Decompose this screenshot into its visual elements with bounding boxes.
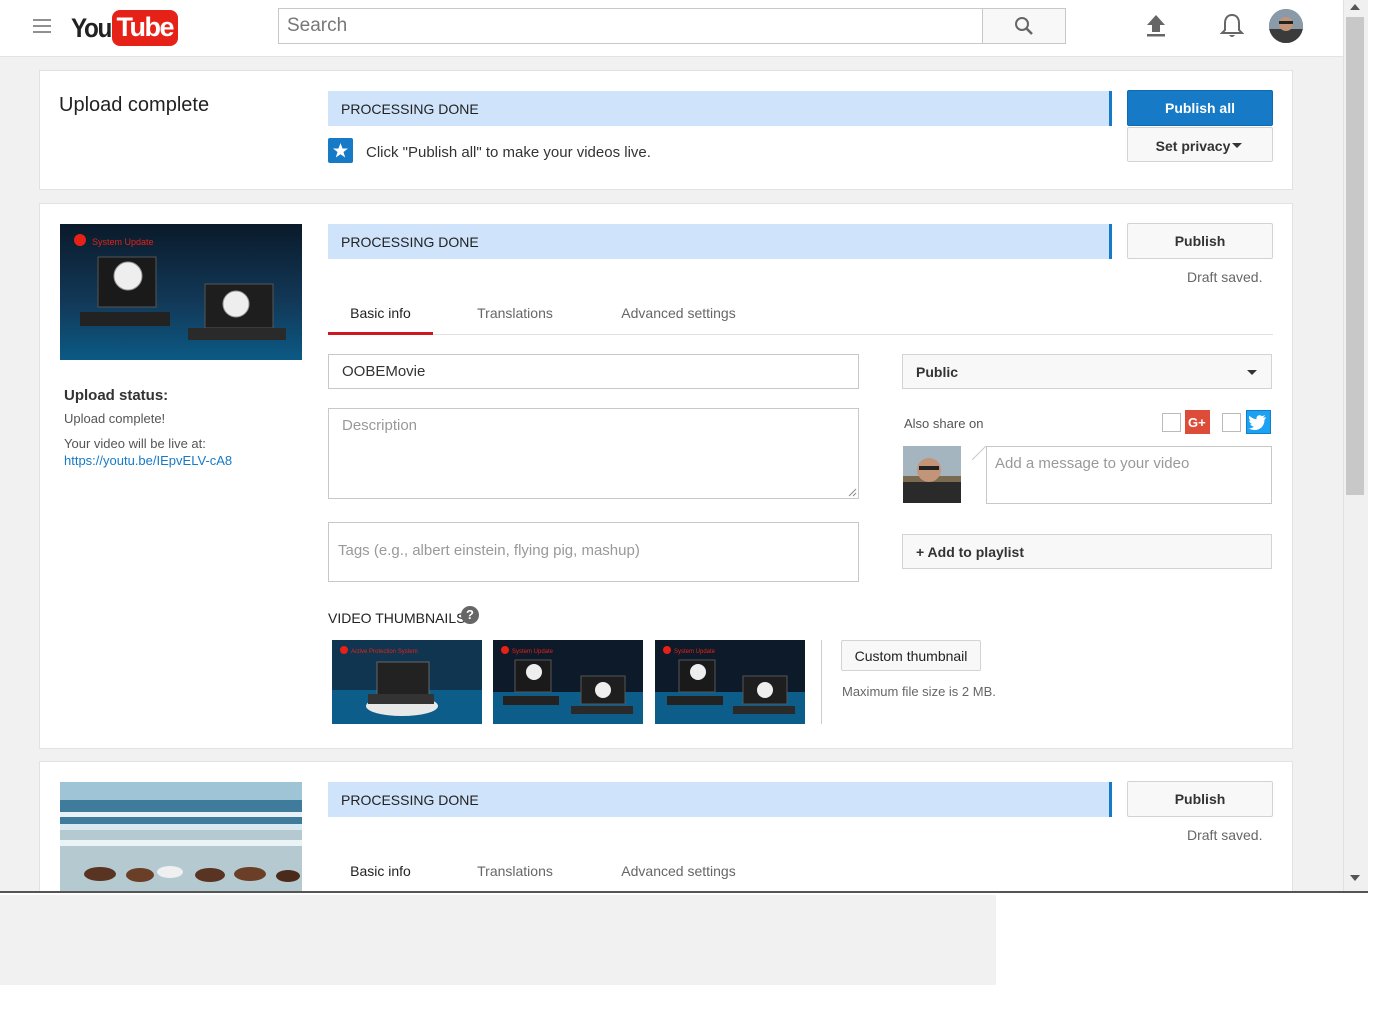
scroll-thumb[interactable] — [1346, 17, 1364, 495]
thumb-caption: Active Protection System — [351, 649, 418, 655]
youtube-logo[interactable]: You Tube — [71, 10, 178, 46]
bell-icon[interactable] — [1219, 12, 1245, 45]
publish-hint-text: Click "Publish all" to make your videos … — [366, 144, 651, 161]
set-privacy-button[interactable]: Set privacy — [1127, 127, 1273, 162]
privacy-value: Public — [916, 364, 959, 380]
thumb-caption: System Update — [92, 237, 154, 247]
upload-summary-panel: Upload complete PROCESSING DONE Click "P… — [39, 70, 1293, 190]
max-file-size-text: Maximum file size is 2 MB. — [842, 684, 996, 699]
search-input[interactable]: Search — [278, 8, 983, 44]
video-url-link[interactable]: https://youtu.be/IEpvELV-cA8 — [64, 453, 232, 468]
processing-status-bar: PROCESSING DONE — [328, 91, 1112, 126]
privacy-select[interactable]: Public — [902, 354, 1272, 389]
tab-advanced-settings[interactable]: Advanced settings — [610, 292, 747, 335]
avatar[interactable] — [1269, 9, 1303, 43]
scroll-down-arrow[interactable] — [1350, 875, 1360, 881]
logo-tube: Tube — [111, 10, 178, 46]
logo-you: You — [71, 12, 112, 43]
draft-saved-text: Draft saved. — [1187, 827, 1263, 843]
tab-advanced-settings[interactable]: Advanced settings — [610, 850, 747, 891]
search-icon — [1015, 17, 1033, 35]
caret-down-icon — [1232, 143, 1242, 148]
video-panel-1: System Update Upload status: Upload comp… — [39, 203, 1293, 749]
publish-button[interactable]: Publish — [1127, 781, 1273, 817]
scrollbar[interactable] — [1343, 0, 1368, 891]
draft-saved-text: Draft saved. — [1187, 269, 1263, 285]
caret-down-icon — [1247, 370, 1257, 375]
video-thumbnail-preview — [60, 782, 302, 891]
search-button[interactable] — [982, 8, 1066, 44]
edit-tabs: Basic info Translations Advanced setting… — [328, 292, 1273, 335]
svg-text:G+: G+ — [1188, 415, 1206, 430]
tab-basic-info[interactable]: Basic info — [328, 850, 433, 891]
resize-handle-icon[interactable] — [848, 488, 857, 497]
video-thumbnails-heading: VIDEO THUMBNAILS — [328, 610, 466, 626]
tab-translations[interactable]: Translations — [465, 292, 565, 335]
upload-status-text: Upload complete! — [64, 411, 166, 426]
browser-viewport: You Tube Search Upload complete PROCESSI… — [0, 0, 1368, 893]
upload-icon[interactable] — [1144, 13, 1168, 42]
description-textarea[interactable]: Description — [328, 408, 859, 499]
title-input[interactable]: OOBEMovie — [328, 354, 859, 389]
processing-status-bar: PROCESSING DONE — [328, 224, 1112, 259]
desktop-background — [0, 895, 996, 985]
channel-avatar — [903, 446, 961, 503]
video-thumbnail-preview: System Update — [60, 224, 302, 360]
twitter-checkbox[interactable] — [1222, 413, 1241, 432]
tab-translations[interactable]: Translations — [465, 850, 565, 891]
thumbnail-option-2[interactable]: System Update — [493, 640, 643, 724]
google-plus-icon: G+ — [1185, 410, 1210, 434]
thumb-caption: System Update — [674, 649, 716, 655]
twitter-icon — [1246, 410, 1271, 434]
custom-thumbnail-button[interactable]: Custom thumbnail — [841, 640, 981, 671]
live-at-text: Your video will be live at: — [64, 436, 206, 451]
menu-icon[interactable] — [33, 19, 51, 33]
google-plus-checkbox[interactable] — [1162, 413, 1181, 432]
thumbnail-option-1[interactable]: Active Protection System — [332, 640, 482, 724]
help-icon[interactable]: ? — [461, 606, 479, 624]
upload-status-heading: Upload status: — [64, 387, 169, 404]
add-to-playlist-button[interactable]: + Add to playlist — [902, 534, 1272, 569]
tags-input[interactable]: Tags (e.g., albert einstein, flying pig,… — [328, 522, 859, 582]
set-privacy-label: Set privacy — [1155, 138, 1231, 154]
thumb-caption: System Update — [512, 649, 554, 655]
video-panel-2: PROCESSING DONE Publish Draft saved. Bas… — [39, 761, 1293, 891]
share-message-textarea[interactable]: Add a message to your video — [986, 446, 1272, 504]
also-share-label: Also share on — [904, 416, 984, 431]
thumbnail-divider — [821, 640, 822, 724]
masthead: You Tube Search — [0, 0, 1343, 57]
publish-button[interactable]: Publish — [1127, 223, 1273, 259]
publish-all-button[interactable]: Publish all — [1127, 90, 1273, 126]
scroll-up-arrow[interactable] — [1350, 4, 1360, 10]
edit-tabs: Basic info Translations Advanced setting… — [328, 850, 1273, 891]
star-icon — [328, 138, 353, 163]
processing-status-bar: PROCESSING DONE — [328, 782, 1112, 817]
tab-basic-info[interactable]: Basic info — [328, 292, 433, 335]
upload-complete-title: Upload complete — [59, 94, 210, 116]
thumbnail-option-3[interactable]: System Update — [655, 640, 805, 724]
